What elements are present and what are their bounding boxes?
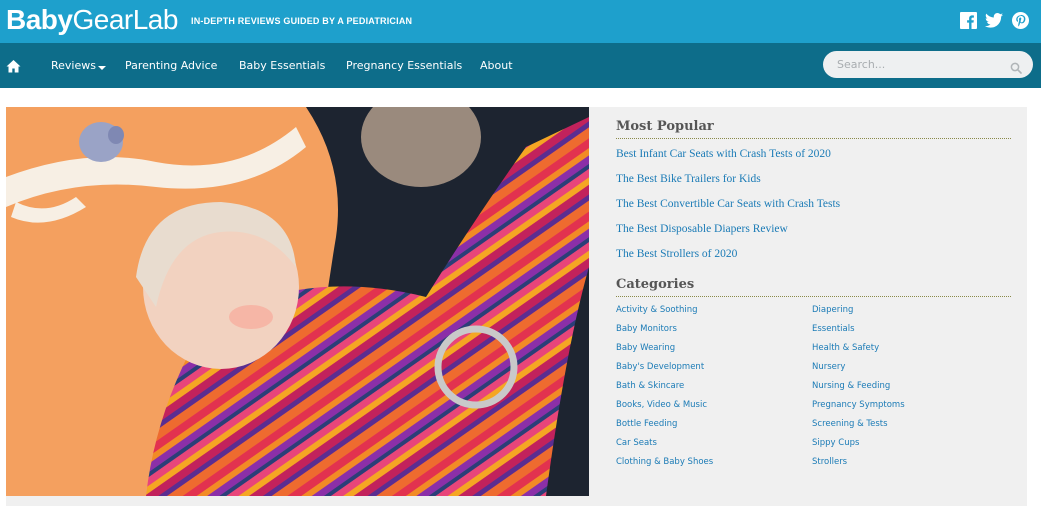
- nav-parenting-advice[interactable]: Parenting Advice: [125, 59, 217, 72]
- category-link[interactable]: Activity & Soothing: [616, 305, 697, 315]
- most-popular-link[interactable]: The Best Disposable Diapers Review: [616, 223, 788, 235]
- social-links: [959, 11, 1029, 29]
- site-tagline: IN-DEPTH REVIEWS GUIDED BY A PEDIATRICIA…: [191, 16, 413, 26]
- nav-reviews[interactable]: Reviews: [51, 59, 106, 72]
- category-link[interactable]: Screening & Tests: [812, 419, 888, 429]
- category-link[interactable]: Books, Video & Music: [616, 400, 707, 410]
- chevron-down-icon: [97, 66, 106, 70]
- nav-about[interactable]: About: [480, 59, 513, 72]
- home-icon[interactable]: [6, 58, 21, 73]
- logo-text-gearlab: GearLab: [72, 4, 178, 35]
- twitter-icon[interactable]: [985, 11, 1003, 29]
- most-popular-link[interactable]: The Best Bike Trailers for Kids: [616, 173, 761, 185]
- most-popular-heading: Most Popular: [616, 119, 714, 134]
- category-link[interactable]: Sippy Cups: [812, 438, 859, 448]
- top-header: Baby GearLab IN-DEPTH REVIEWS GUIDED BY A…: [0, 0, 1041, 43]
- content-strip: [6, 496, 1027, 506]
- facebook-icon[interactable]: [959, 11, 977, 29]
- category-link[interactable]: Nursery: [812, 362, 845, 372]
- logo-text-baby: Baby: [6, 4, 73, 35]
- nav-pregnancy-essentials[interactable]: Pregnancy Essentials: [346, 59, 462, 72]
- category-link[interactable]: Baby Monitors: [616, 324, 677, 334]
- nav-reviews-label: Reviews: [51, 59, 96, 72]
- category-link[interactable]: Essentials: [812, 324, 855, 334]
- nav-baby-essentials[interactable]: Baby Essentials: [239, 59, 325, 72]
- category-link[interactable]: Car Seats: [616, 438, 657, 448]
- site-logo[interactable]: Baby GearLab: [6, 4, 178, 38]
- hero-image[interactable]: [6, 107, 589, 496]
- most-popular-link[interactable]: The Best Convertible Car Seats with Cras…: [616, 198, 840, 210]
- main-nav: Reviews Parenting Advice Baby Essentials…: [0, 43, 1041, 88]
- most-popular-link[interactable]: Best Infant Car Seats with Crash Tests o…: [616, 148, 831, 160]
- search-icon[interactable]: [1010, 59, 1022, 74]
- search-placeholder: Search...: [837, 58, 886, 71]
- category-link[interactable]: Bath & Skincare: [616, 381, 684, 391]
- category-link[interactable]: Baby's Development: [616, 362, 704, 372]
- category-link[interactable]: Strollers: [812, 457, 847, 467]
- category-link[interactable]: Clothing & Baby Shoes: [616, 457, 713, 467]
- categories-heading: Categories: [616, 277, 695, 292]
- category-link[interactable]: Diapering: [812, 305, 853, 315]
- category-link[interactable]: Health & Safety: [812, 343, 879, 353]
- category-link[interactable]: Pregnancy Symptoms: [812, 400, 905, 410]
- category-link[interactable]: Baby Wearing: [616, 343, 675, 353]
- sidebar-panel: Most Popular Best Infant Car Seats with …: [589, 107, 1027, 496]
- pinterest-icon[interactable]: [1011, 11, 1029, 29]
- category-link[interactable]: Nursing & Feeding: [812, 381, 890, 391]
- category-link[interactable]: Bottle Feeding: [616, 419, 677, 429]
- divider: [616, 138, 1011, 139]
- most-popular-link[interactable]: The Best Strollers of 2020: [616, 248, 737, 260]
- search-input[interactable]: Search...: [823, 51, 1033, 78]
- divider: [616, 296, 1011, 297]
